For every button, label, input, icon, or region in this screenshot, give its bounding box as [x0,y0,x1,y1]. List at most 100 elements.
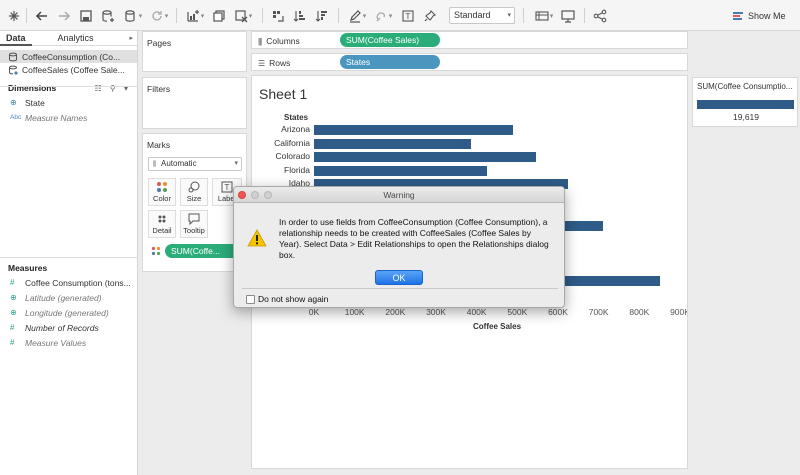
measures-header: Measures [0,261,137,275]
rows-label: Rows [269,58,291,68]
bar[interactable] [314,165,487,176]
tab-menu-icon[interactable]: ▸ [129,31,133,45]
field-number-of-records[interactable]: # Number of Records [0,320,137,335]
field-latitude[interactable]: ⊕ Latitude (generated) [0,290,137,305]
highlight-icon[interactable]: ▾ [346,7,368,24]
x-tick-label: 900K [670,307,688,317]
pause-updates-icon[interactable]: ▾ [122,7,144,24]
presentation-mode-icon[interactable] [560,7,576,24]
measures-header-label: Measures [8,263,48,273]
share-icon[interactable] [592,7,608,24]
toolbar: ▾ ▾ ▾ ▾ ▾ ▾ T Standard ▾ ▾ Show Me [0,0,800,31]
dimensions-header-label: Dimensions [8,83,57,93]
bar[interactable] [314,152,536,162]
field-label: Longitude (generated) [25,307,109,318]
rows-shelf[interactable]: ☰ Rows States [251,53,688,71]
new-worksheet-icon[interactable]: ▾ [184,7,206,24]
show-me-button[interactable]: Show Me [733,8,786,23]
show-cards-icon[interactable]: ▾ [532,7,556,24]
field-label: Coffee Consumption (tons... [25,277,131,288]
x-tick-label: 100K [344,307,365,317]
color-icon [156,179,168,194]
group-members-icon[interactable]: ▾ [372,7,394,24]
swap-rows-columns-icon[interactable] [270,7,286,24]
marks-color-pill[interactable]: SUM(Coffe... [165,244,243,258]
field-measure-values[interactable]: # Measure Values [0,335,137,350]
marks-color-button[interactable]: Color [148,178,176,206]
x-tick-label: 600K [548,307,568,317]
marks-tooltip-label: Tooltip [183,226,205,235]
show-mark-labels-icon[interactable]: T [400,7,416,24]
marks-color-shelf-icon [151,246,161,258]
field-coffee-consumption[interactable]: # Coffee Consumption (tons... [0,275,137,290]
refresh-icon[interactable]: ▾ [148,7,170,24]
field-measure-names[interactable]: Abc Measure Names [0,110,137,125]
fit-select-value: Standard [454,10,491,20]
sort-ascending-icon[interactable] [292,7,308,24]
tableau-logo-icon[interactable] [8,7,20,24]
columns-shelf[interactable]: ||| Columns SUM(Coffee Sales) [251,31,688,49]
datasource-coffee-consumption[interactable]: CoffeeConsumption (Co... [0,50,137,63]
warning-dialog: Warning In order to use fields from Coff… [233,186,565,308]
redo-icon[interactable] [56,7,72,24]
rows-pill-label: States [346,57,371,67]
tooltip-icon [188,211,200,226]
columns-shelf-label: ||| Columns [258,36,300,46]
sort-descending-icon[interactable] [314,7,330,24]
rows-pill[interactable]: States [340,55,440,69]
x-axis-title: Coffee Sales [473,322,522,331]
x-tick-label: 700K [588,307,609,317]
marks-tooltip-button[interactable]: Tooltip [180,210,208,238]
fit-select[interactable]: Standard ▾ [449,7,515,24]
x-tick-label: 400K [466,307,487,317]
mark-type-value: Automatic [161,159,197,168]
show-me-icon [733,11,743,20]
filters-shelf[interactable]: Filters [142,77,247,129]
do-not-show-again-checkbox[interactable]: Do not show again [246,294,328,304]
marks-size-label: Size [186,194,202,203]
x-tick-label: 0K [308,307,320,317]
data-pane-tabs: Data Analytics ▸ [0,31,137,46]
size-legend[interactable]: SUM(Coffee Consumptio... 19,619 [692,77,798,127]
ok-button[interactable]: OK [375,270,423,285]
marks-size-button[interactable]: Size [180,178,208,206]
rows-shelf-label: ☰ Rows [258,58,290,68]
save-icon[interactable] [78,7,94,24]
number-icon: # [10,338,15,347]
checkbox-label: Do not show again [258,294,329,304]
marks-pill-label: SUM(Coffe... [171,246,220,256]
field-longitude[interactable]: ⊕ Longitude (generated) [0,305,137,320]
mark-type-icon: ⫼ [153,161,157,168]
geo-icon: ⊕ [10,308,17,317]
pages-shelf[interactable]: Pages [142,31,247,72]
clear-sheet-icon[interactable]: ▾ [232,7,254,24]
chevron-down-icon: ▾ [507,12,511,19]
x-tick-label: 500K [507,307,528,317]
pin-icon[interactable] [422,7,438,24]
marks-detail-button[interactable]: Detail [148,210,176,238]
bar[interactable] [314,125,514,135]
new-datasource-icon[interactable] [100,7,116,24]
x-tick-label: 300K [426,307,446,317]
columns-icon: ||| [258,36,262,46]
legend-title: SUM(Coffee Consumptio... [697,82,793,91]
tab-analytics[interactable]: Analytics [52,31,100,46]
rows-icon: ☰ [258,58,265,68]
duplicate-sheet-icon[interactable] [210,7,228,24]
dialog-titlebar[interactable]: Warning [234,187,564,203]
dimensions-header: Dimensions ☷ ⚲ ▾ [0,81,137,95]
dimensions-controls[interactable]: ☷ ⚲ ▾ [95,84,132,93]
checkbox-box[interactable] [246,294,255,304]
tab-data[interactable]: Data [0,31,32,46]
marks-card: Marks ⫼ Automatic ▾ Color Size T Label D… [142,133,247,272]
label-icon: T [221,179,233,194]
marks-color-label: Color [153,194,171,203]
datasource-icon [9,52,17,61]
bar[interactable] [314,138,471,149]
datasource-coffee-sales[interactable]: CoffeeSales (Coffee Sale... [0,63,137,76]
mark-type-select[interactable]: ⫼ Automatic ▾ [148,157,242,171]
undo-icon[interactable] [34,7,50,24]
columns-pill[interactable]: SUM(Coffee Sales) [340,33,440,47]
size-icon [188,179,200,194]
field-state[interactable]: ⊕ State [0,95,137,110]
